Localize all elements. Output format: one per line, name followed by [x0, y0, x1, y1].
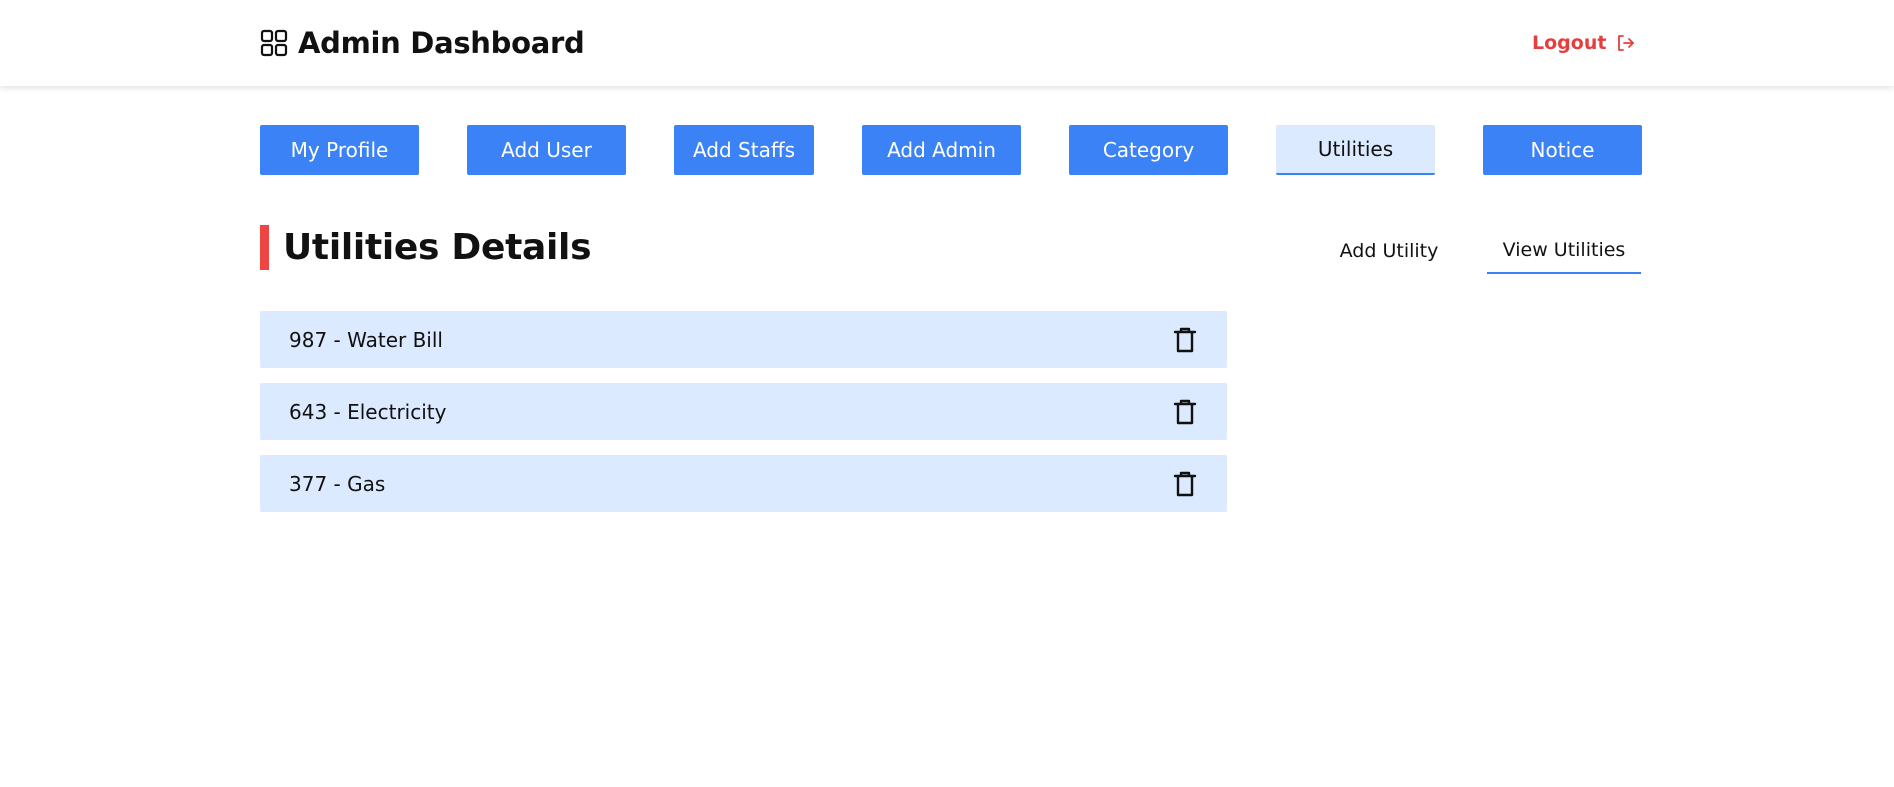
trash-icon	[1173, 327, 1197, 353]
delete-button[interactable]	[1173, 327, 1197, 353]
tab-label: Category	[1102, 138, 1195, 162]
grid-icon	[260, 29, 288, 57]
tab-label: Add User	[501, 138, 592, 162]
tab-label: Utilities	[1317, 137, 1394, 161]
delete-button[interactable]	[1173, 399, 1197, 425]
tab-category[interactable]: Category	[1069, 125, 1228, 175]
section-title: Utilities Details	[283, 227, 592, 268]
app-title: Admin Dashboard	[298, 26, 585, 60]
subtab-add-utility[interactable]: Add Utility	[1327, 228, 1451, 274]
utility-list-item: 377 - Gas	[260, 455, 1227, 512]
utility-label: 987 - Water Bill	[289, 327, 443, 352]
subtab-label: Add Utility	[1339, 240, 1439, 262]
subtab-label: View Utilities	[1502, 239, 1626, 261]
subtab-view-utilities[interactable]: View Utilities	[1487, 228, 1641, 274]
tab-label: Notice	[1530, 138, 1595, 162]
heading-accent-bar	[260, 225, 269, 270]
utility-list-item: 987 - Water Bill	[260, 311, 1227, 368]
delete-button[interactable]	[1173, 471, 1197, 497]
tab-label: Add Staffs	[692, 138, 796, 162]
tab-add-admin[interactable]: Add Admin	[862, 125, 1021, 175]
logout-icon	[1618, 35, 1635, 51]
section-heading: Utilities Details	[260, 225, 592, 270]
top-header: Admin Dashboard Logout	[0, 0, 1894, 86]
utility-label: 377 - Gas	[289, 471, 386, 496]
tab-utilities[interactable]: Utilities	[1276, 125, 1435, 175]
tab-label: Add Admin	[887, 138, 996, 162]
tab-my-profile[interactable]: My Profile	[260, 125, 419, 175]
brand: Admin Dashboard	[260, 24, 585, 62]
utility-label: 643 - Electricity	[289, 399, 447, 424]
tab-add-user[interactable]: Add User	[467, 125, 626, 175]
tab-notice[interactable]: Notice	[1483, 125, 1642, 175]
trash-icon	[1173, 471, 1197, 497]
utility-list-item: 643 - Electricity	[260, 383, 1227, 440]
trash-icon	[1173, 399, 1197, 425]
logout-label: Logout	[1532, 32, 1607, 54]
tab-label: My Profile	[290, 138, 389, 162]
tab-add-staffs[interactable]: Add Staffs	[674, 125, 814, 175]
logout-button[interactable]: Logout	[1532, 28, 1636, 58]
